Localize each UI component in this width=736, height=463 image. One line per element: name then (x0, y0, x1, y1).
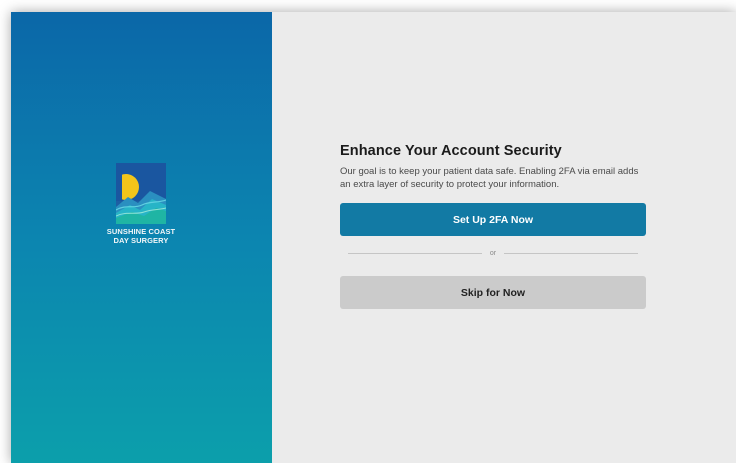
divider-label: or (489, 249, 497, 257)
brand-logo: SUNSHINE COAST DAY SURGERY (85, 163, 197, 245)
skip-button[interactable]: Skip for Now (340, 276, 646, 309)
page-description: Our goal is to keep your patient data sa… (340, 166, 639, 190)
sunshine-coast-logo-icon (116, 163, 166, 224)
brand-logo-text: SUNSHINE COAST DAY SURGERY (85, 227, 197, 245)
brand-panel: SUNSHINE COAST DAY SURGERY (11, 12, 272, 463)
page-title: Enhance Your Account Security (340, 143, 562, 159)
content-panel: Enhance Your Account Security Our goal i… (272, 12, 736, 463)
brand-line-2: DAY SURGERY (113, 236, 169, 245)
divider-line-right (504, 252, 639, 254)
brand-line-1: SUNSHINE COAST (106, 227, 176, 236)
or-divider: or (348, 248, 639, 258)
divider-line-left (348, 252, 482, 254)
app-window: SUNSHINE COAST DAY SURGERY Enhance Your … (11, 12, 736, 463)
setup-2fa-button[interactable]: Set Up 2FA Now (340, 203, 646, 236)
security-prompt: Enhance Your Account Security Our goal i… (340, 143, 646, 309)
